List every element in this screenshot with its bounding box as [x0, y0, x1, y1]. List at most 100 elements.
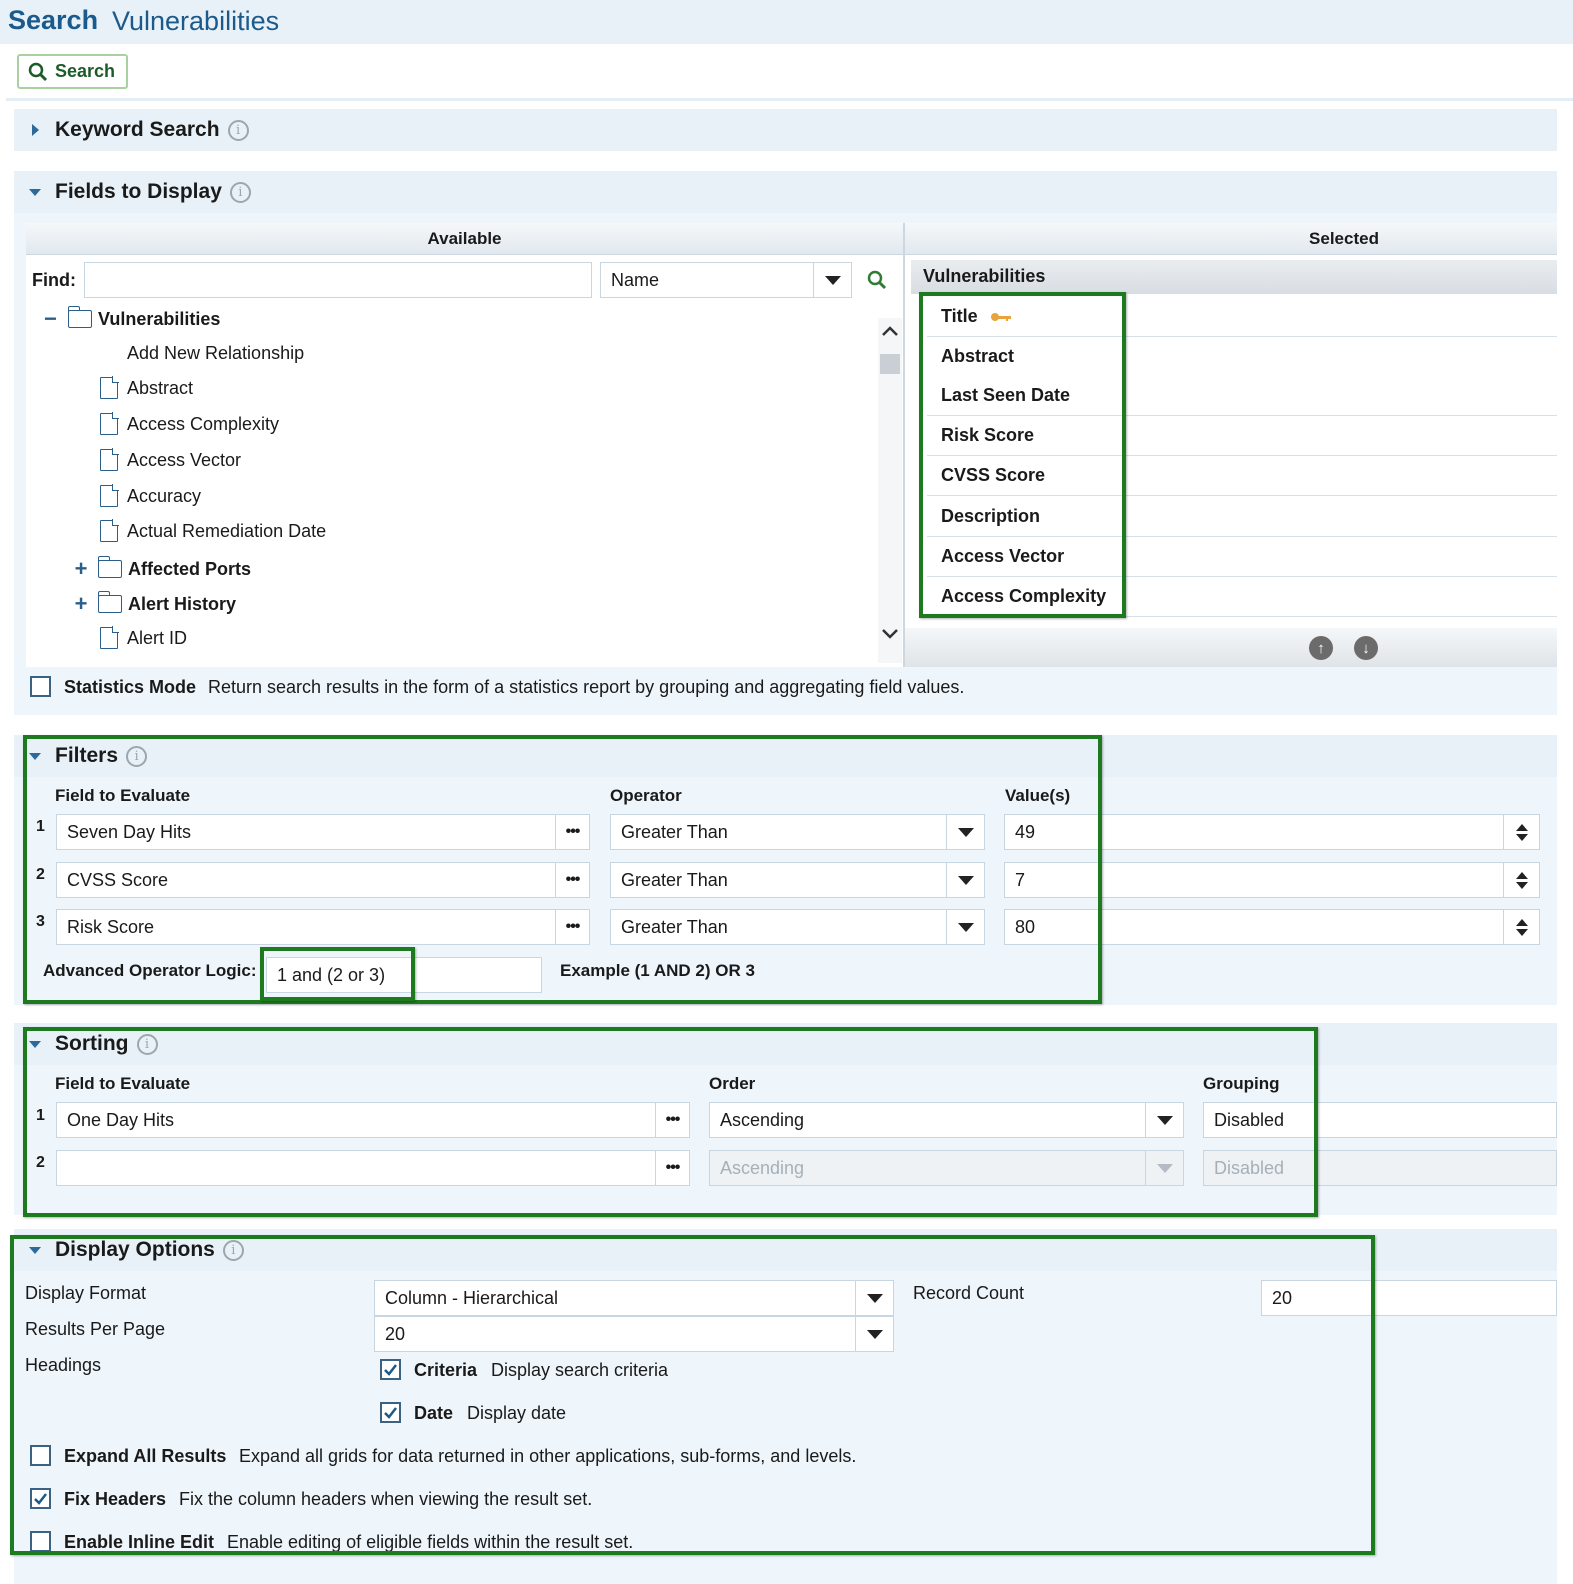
expand-all-checkbox[interactable]	[30, 1445, 51, 1471]
search-button[interactable]: Search	[17, 54, 128, 89]
info-icon[interactable]: i	[136, 1033, 158, 1055]
selected-field[interactable]: Description	[927, 497, 1557, 537]
find-search-icon[interactable]	[867, 270, 887, 290]
spinner-icon[interactable]	[1503, 910, 1539, 944]
collapse-tree-icon[interactable]: −	[44, 306, 58, 332]
statistics-mode-checkbox[interactable]	[30, 676, 51, 702]
filter-value-input[interactable]: 49	[1004, 814, 1540, 850]
document-icon	[100, 484, 119, 507]
filter-operator-select[interactable]: Greater Than	[610, 814, 985, 850]
filter-field-input[interactable]: CVSS Score •••	[56, 862, 590, 898]
spinner-icon[interactable]	[1503, 815, 1539, 849]
info-icon[interactable]: i	[229, 181, 251, 203]
ellipsis-icon[interactable]: •••	[655, 1103, 689, 1137]
tree-item[interactable]: Access Vector	[100, 448, 241, 471]
ellipsis-icon[interactable]: •••	[555, 863, 589, 897]
tree-item[interactable]: Alert ID	[100, 626, 187, 649]
ellipsis-icon[interactable]: •••	[555, 910, 589, 944]
info-icon[interactable]: i	[126, 745, 148, 767]
tree-item[interactable]: Actual Remediation Date	[100, 519, 327, 542]
selected-field[interactable]: CVSS Score	[927, 456, 1557, 496]
sort-grouping-select[interactable]: Disabled	[1203, 1102, 1557, 1138]
inline-edit-checkbox[interactable]	[30, 1531, 51, 1557]
add-new-relationship-link[interactable]: Add New Relationship	[127, 343, 304, 364]
criteria-checkbox[interactable]	[380, 1359, 401, 1381]
document-icon	[100, 519, 119, 542]
ellipsis-icon[interactable]: •••	[655, 1151, 689, 1185]
results-per-page-select[interactable]: 20	[374, 1316, 894, 1352]
document-icon	[100, 448, 119, 471]
tree-item[interactable]: Access Complexity	[100, 412, 279, 435]
fields-to-display-header[interactable]: Fields to Display i	[14, 171, 1557, 213]
selected-field[interactable]: Access Complexity	[927, 577, 1557, 617]
info-icon[interactable]: i	[222, 1239, 244, 1261]
filter-field-input[interactable]: Seven Day Hits •••	[56, 814, 590, 850]
date-checkbox[interactable]	[380, 1402, 401, 1424]
filter-operator-select[interactable]: Greater Than	[610, 862, 985, 898]
filter-operator-select[interactable]: Greater Than	[610, 909, 985, 945]
filters-header[interactable]: Filters i	[14, 735, 1557, 777]
sorting-title: Sorting	[55, 1032, 129, 1055]
tree-item-label: Actual Remediation Date	[127, 520, 327, 541]
row-number: 2	[36, 866, 45, 883]
sorting-col-field: Field to Evaluate	[55, 1074, 191, 1093]
selected-field[interactable]: Abstract	[927, 337, 1557, 377]
tree-folder[interactable]: + Alert History	[70, 591, 236, 617]
record-count-input[interactable]: 20	[1261, 1280, 1557, 1316]
info-icon[interactable]: i	[227, 119, 249, 141]
sorting-header[interactable]: Sorting i	[14, 1023, 1557, 1065]
advanced-logic-input[interactable]: 1 and (2 or 3)	[266, 957, 542, 993]
filter-operator-value: Greater Than	[621, 916, 728, 937]
dropdown-arrow-icon[interactable]	[855, 1317, 893, 1351]
filter-value-input[interactable]: 7	[1004, 862, 1540, 898]
selected-field[interactable]: Title	[927, 297, 1557, 337]
dropdown-arrow-icon[interactable]	[855, 1281, 893, 1315]
sort-field-input[interactable]: •••	[56, 1150, 690, 1186]
expand-plus-icon[interactable]: +	[70, 591, 92, 617]
scroll-down-icon[interactable]	[881, 627, 899, 641]
move-down-icon[interactable]: ↓	[1354, 636, 1378, 660]
dropdown-arrow-icon[interactable]	[946, 910, 984, 944]
filter-field-value: Risk Score	[67, 916, 155, 937]
sort-grouping-select-disabled: Disabled	[1203, 1150, 1557, 1186]
fix-headers-checkbox[interactable]	[30, 1488, 51, 1510]
keyword-search-header[interactable]: Keyword Search i	[14, 109, 1557, 151]
display-options-header[interactable]: Display Options i	[14, 1229, 1557, 1271]
collapse-icon	[29, 188, 41, 196]
move-up-icon[interactable]: ↑	[1309, 636, 1333, 660]
folder-icon	[97, 591, 122, 613]
selected-field[interactable]: Risk Score	[927, 416, 1557, 456]
sort-order-select[interactable]: Ascending	[709, 1102, 1184, 1138]
selected-field[interactable]: Access Vector	[927, 537, 1557, 577]
ellipsis-icon[interactable]: •••	[555, 815, 589, 849]
spinner-icon[interactable]	[1503, 863, 1539, 897]
display-format-select[interactable]: Column - Hierarchical	[374, 1280, 894, 1316]
keyword-search-title: Keyword Search	[55, 118, 220, 141]
filters-title: Filters	[55, 744, 119, 767]
tree-item[interactable]: Accuracy	[100, 484, 201, 507]
sort-field-input[interactable]: One Day Hits •••	[56, 1102, 690, 1138]
tree-root-vulnerabilities[interactable]: − Vulnerabilities	[44, 306, 220, 332]
filter-value: 7	[1015, 869, 1026, 890]
find-input[interactable]	[84, 262, 592, 298]
tree-scrollbar[interactable]	[878, 318, 902, 663]
tree-item[interactable]: Abstract	[100, 376, 193, 399]
dropdown-arrow-icon[interactable]	[813, 263, 851, 297]
find-by-select[interactable]: Name	[600, 262, 852, 298]
criteria-label: Criteria	[414, 1360, 478, 1380]
available-header: Available	[26, 223, 903, 255]
dropdown-arrow-icon[interactable]	[946, 863, 984, 897]
document-icon	[100, 376, 119, 399]
filter-value-input[interactable]: 80	[1004, 909, 1540, 945]
dropdown-arrow-icon[interactable]	[946, 815, 984, 849]
selected-field[interactable]: Last Seen Date	[927, 376, 1557, 416]
fix-headers-label: Fix Headers	[64, 1489, 167, 1509]
expand-plus-icon[interactable]: +	[70, 556, 92, 582]
scroll-up-icon[interactable]	[881, 324, 899, 338]
scroll-thumb[interactable]	[880, 354, 900, 374]
find-label: Find:	[32, 270, 76, 290]
filter-field-input[interactable]: Risk Score •••	[56, 909, 590, 945]
checkmark-icon	[384, 1407, 397, 1419]
tree-folder[interactable]: + Affected Ports	[70, 556, 251, 582]
dropdown-arrow-icon[interactable]	[1145, 1103, 1183, 1137]
